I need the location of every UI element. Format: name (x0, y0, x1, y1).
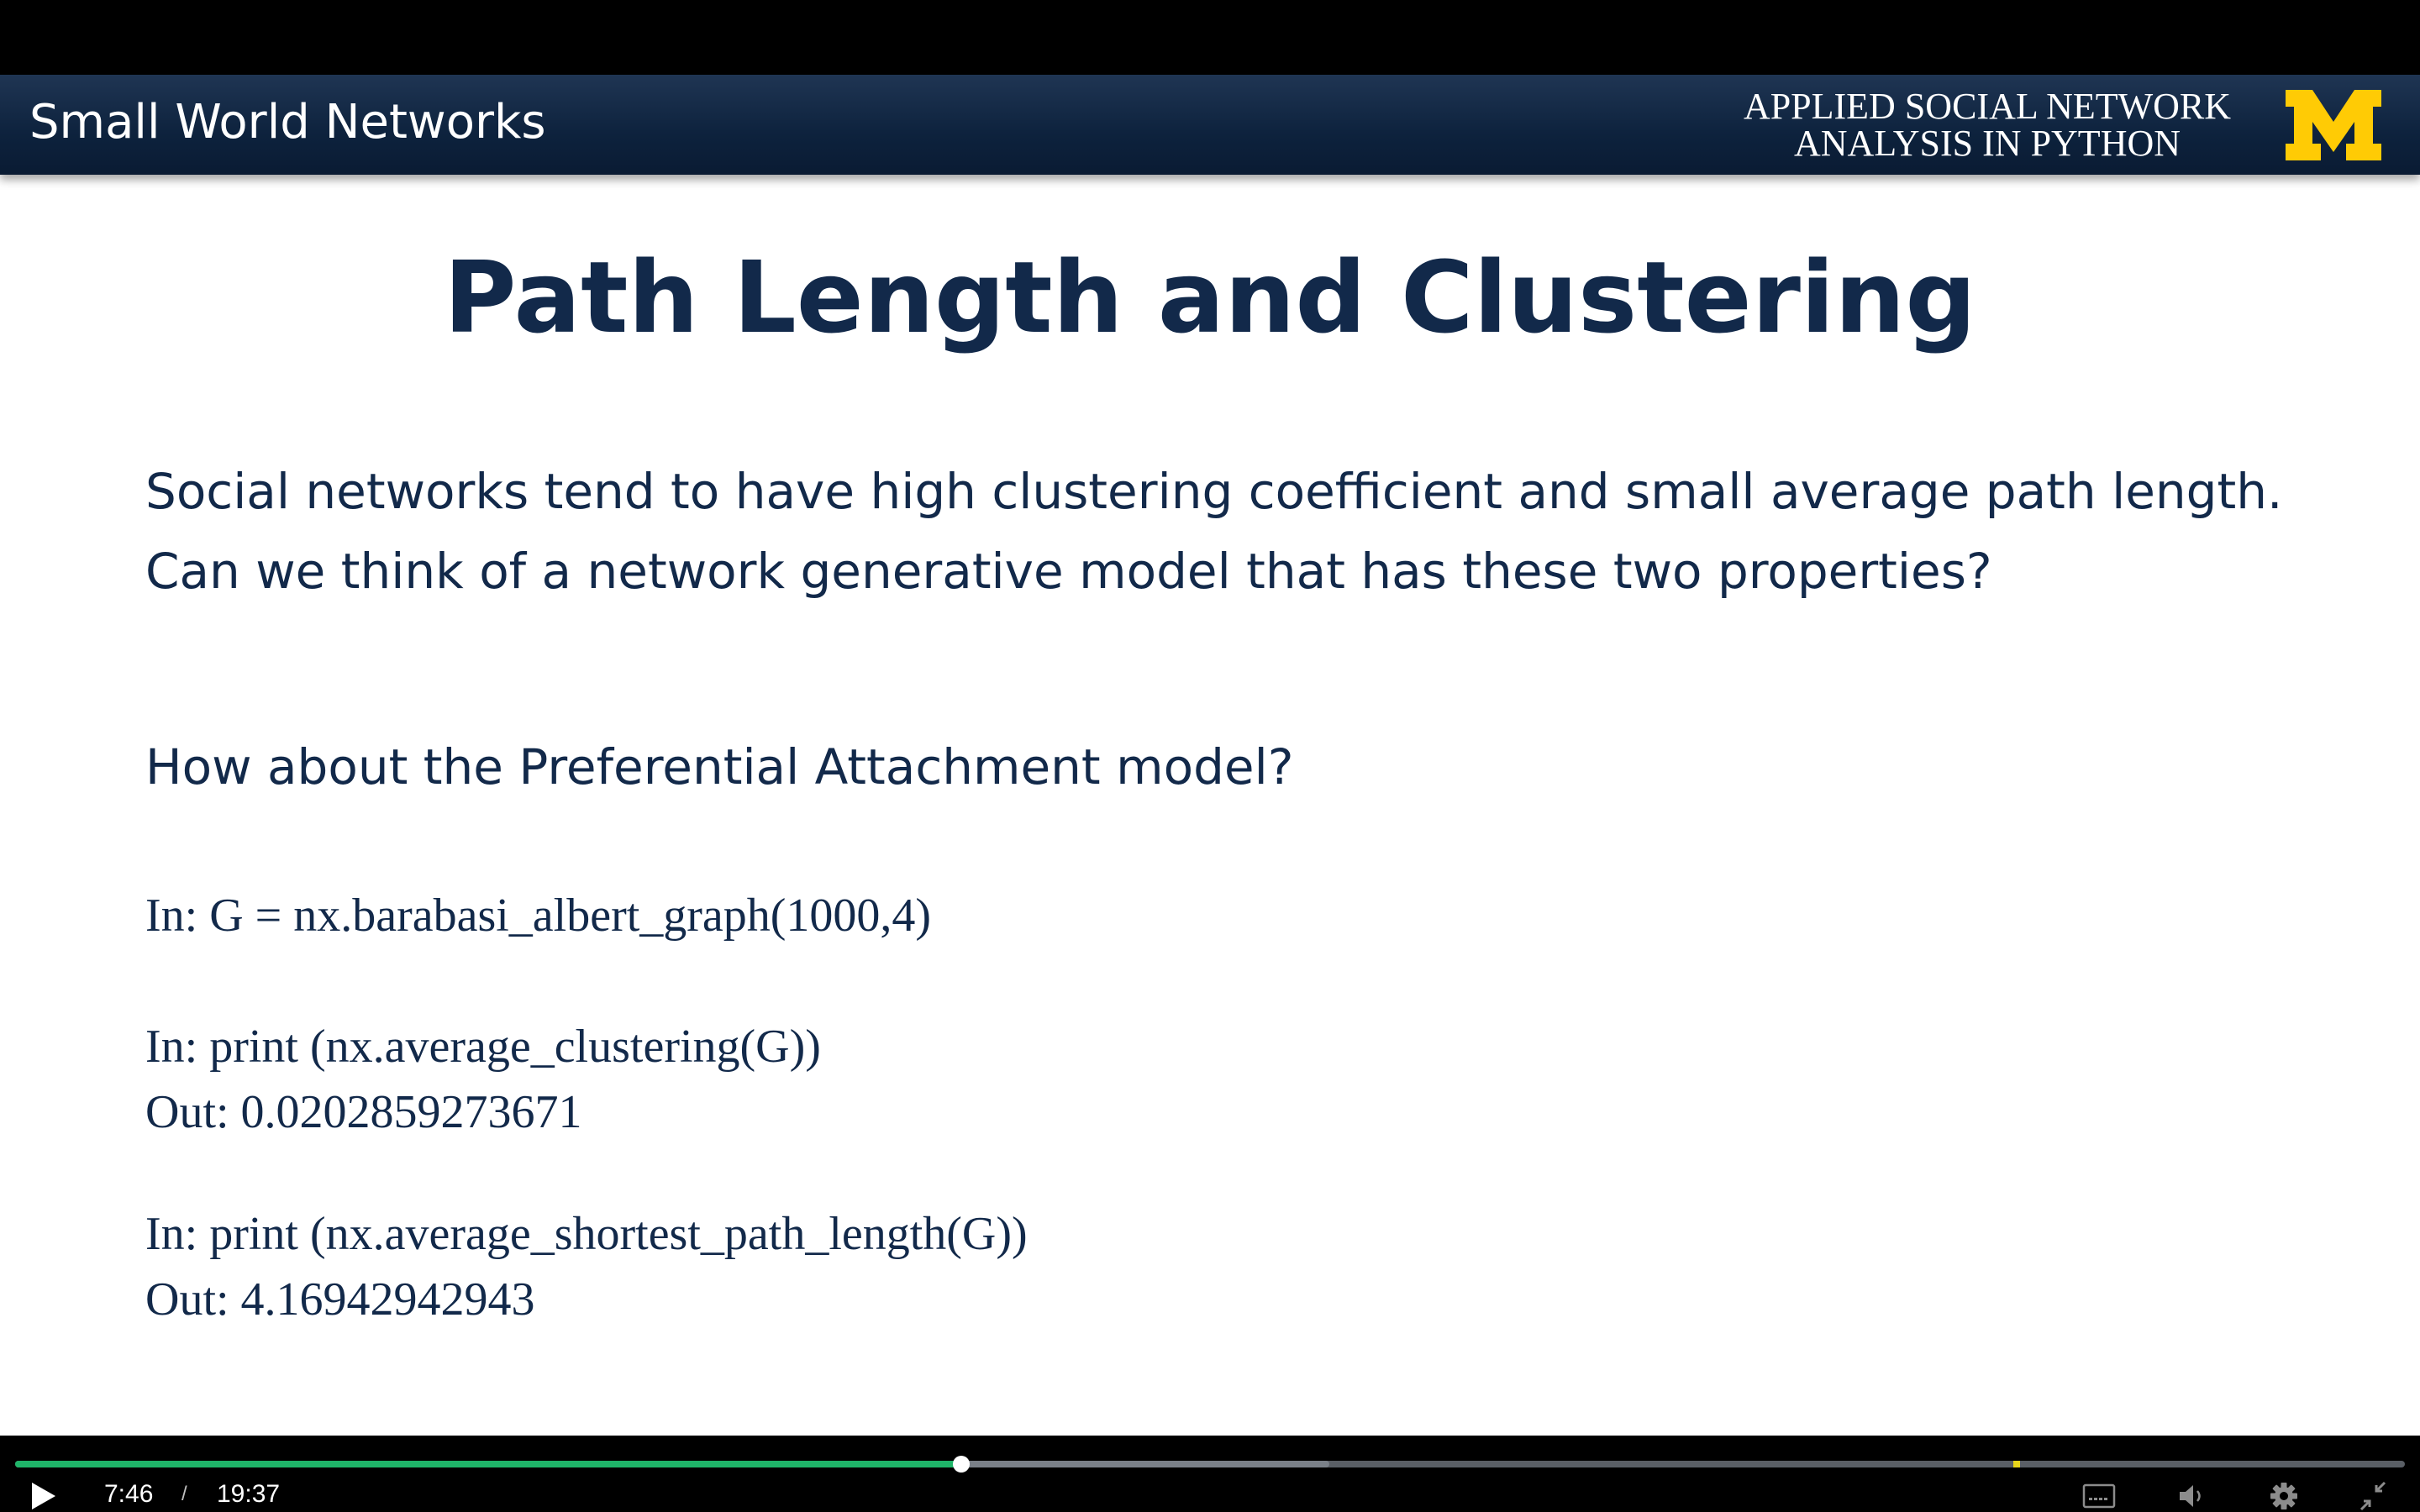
time-separator: / (182, 1483, 187, 1505)
question-text: How about the Preferential Attachment mo… (145, 738, 1294, 795)
code-line-graph: In: G = nx.barabasi_albert_graph(1000,4) (145, 890, 932, 942)
cue-marker[interactable] (2012, 1461, 2020, 1467)
lecture-slide: Small World Networks APPLIED SOCIAL NETW… (0, 75, 2420, 1436)
code-line-clustering: In: print (nx.average_clustering(G)) (145, 1021, 821, 1073)
code-output-clustering: Out: 0.0202859273671 (145, 1086, 582, 1138)
captions-icon[interactable] (2081, 1479, 2118, 1512)
played-range (15, 1461, 962, 1467)
lecture-title: Small World Networks (29, 95, 546, 150)
scrubber-handle[interactable] (953, 1456, 971, 1473)
exit-fullscreen-icon[interactable] (2354, 1479, 2391, 1512)
code-line-path-length: In: print (nx.average_shortest_path_leng… (145, 1208, 1028, 1260)
code-output-path-length: Out: 4.16942942943 (145, 1273, 535, 1326)
player-controls: 7:46 / 19:37 (0, 1436, 2420, 1512)
current-time: 7:46 (104, 1480, 154, 1508)
course-name-line1: APPLIED SOCIAL NETWORK (1743, 86, 2232, 127)
university-logo-icon (2286, 90, 2381, 160)
course-name-line2: ANALYSIS IN PYTHON (1793, 123, 2181, 164)
duration: 19:37 (217, 1480, 281, 1508)
slide-title: Path Length and Clustering (444, 239, 1976, 355)
intro-paragraph-line1: Social networks tend to have high cluste… (145, 463, 2283, 520)
gear-icon[interactable] (2265, 1479, 2302, 1512)
intro-paragraph-line2: Can we think of a network generative mod… (145, 543, 1992, 600)
progress-bar[interactable] (15, 1456, 2405, 1473)
slide-banner: Small World Networks APPLIED SOCIAL NETW… (0, 75, 2420, 175)
volume-icon[interactable] (2173, 1479, 2210, 1512)
play-icon[interactable] (25, 1479, 62, 1512)
video-player[interactable]: Small World Networks APPLIED SOCIAL NETW… (0, 0, 2420, 1512)
course-name: APPLIED SOCIAL NETWORK ANALYSIS IN PYTHO… (1714, 88, 2260, 162)
